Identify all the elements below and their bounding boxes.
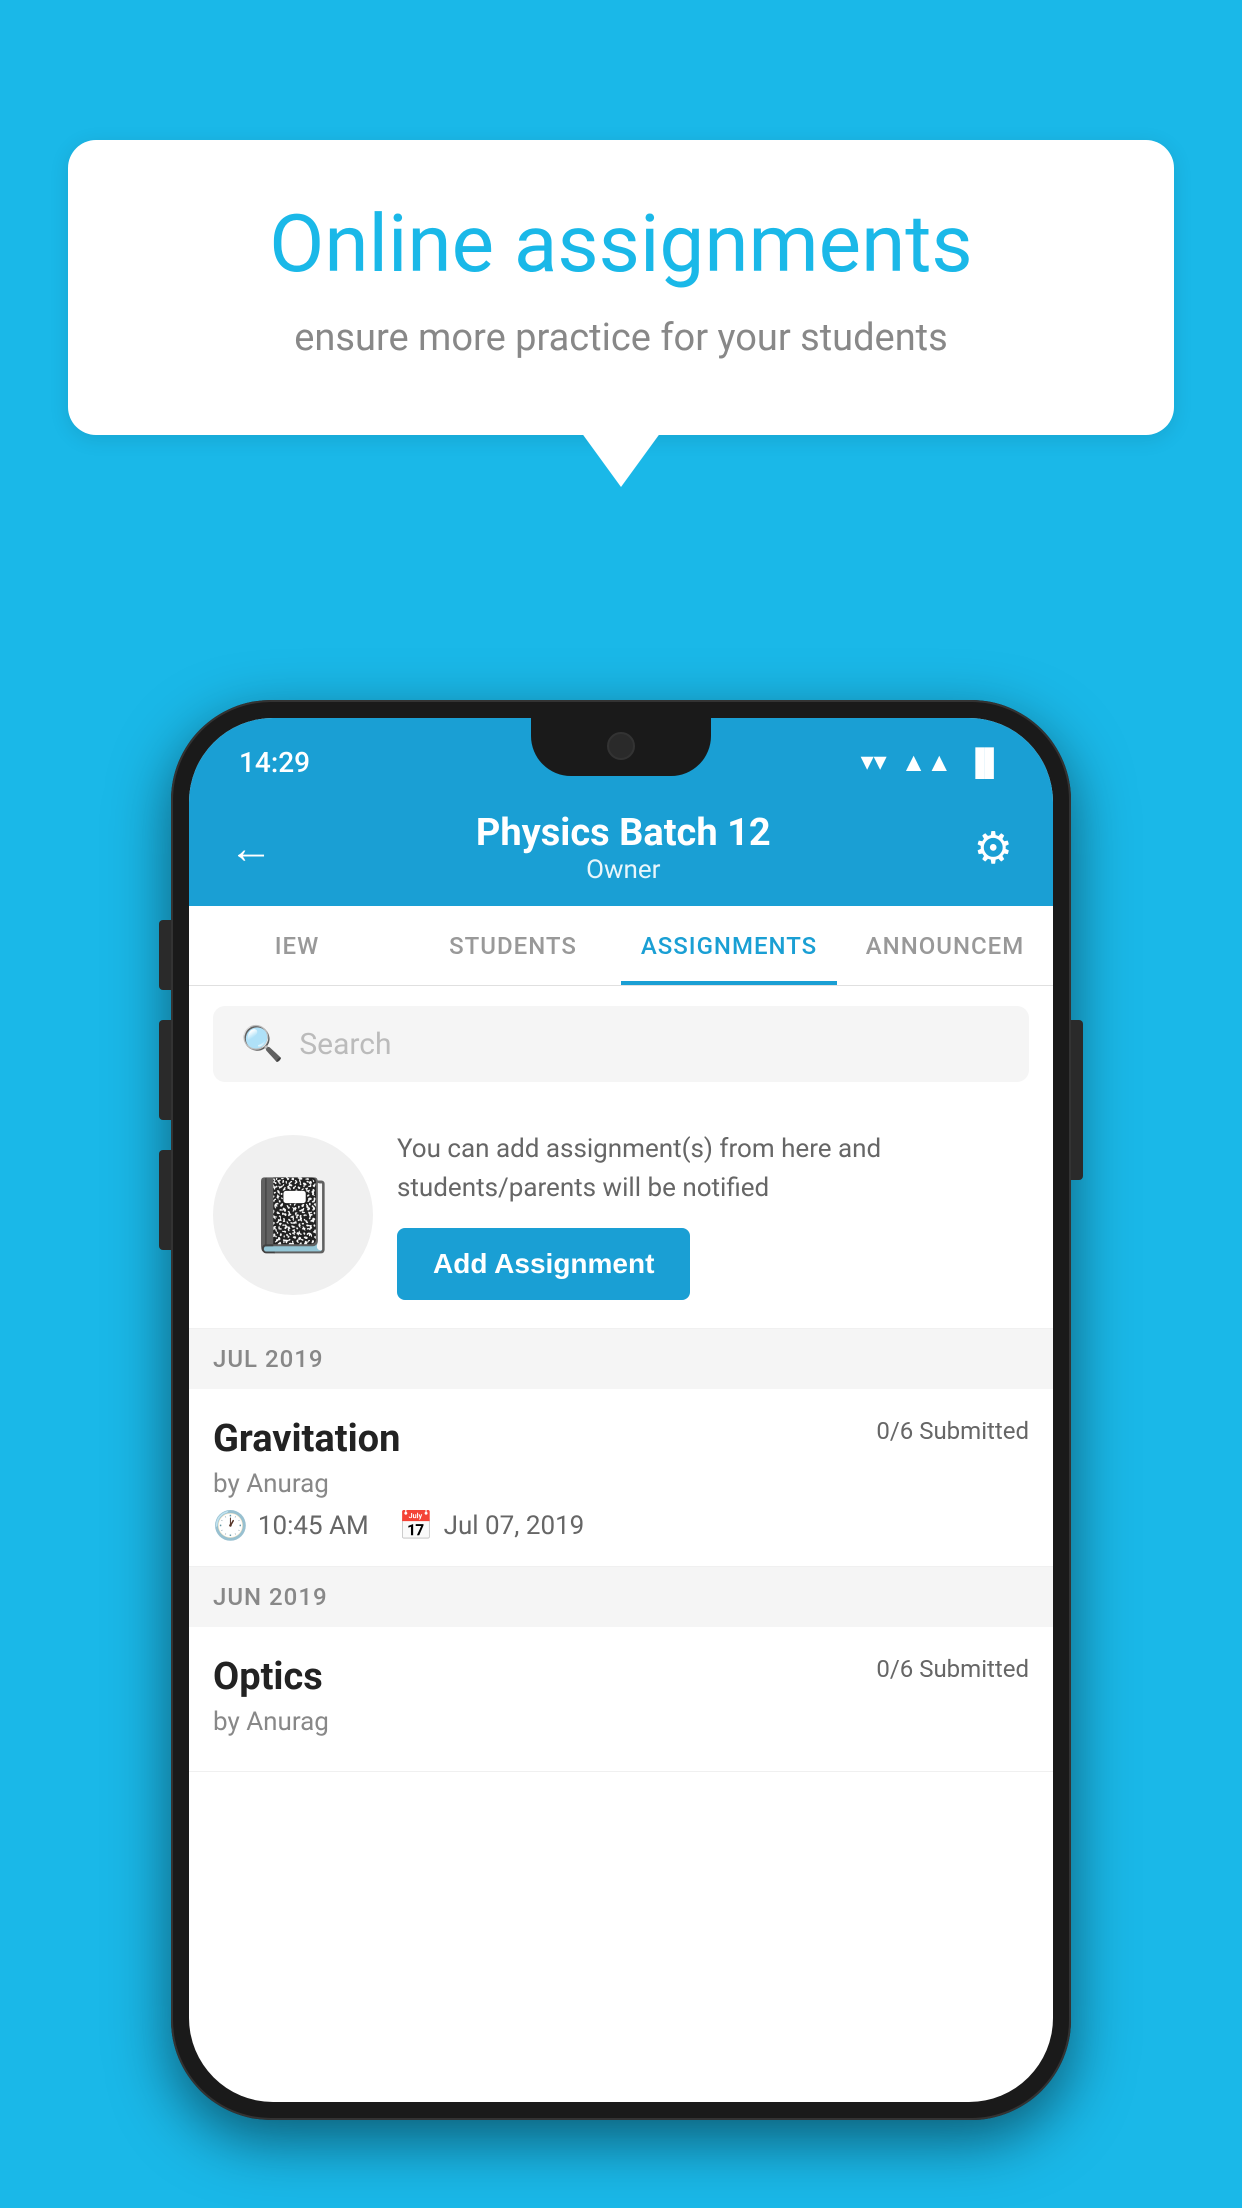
header-center: Physics Batch 12 Owner (476, 811, 771, 885)
assignment-date-gravitation: 📅 Jul 07, 2019 (399, 1509, 585, 1542)
side-button-vol-up (159, 920, 171, 990)
tab-students[interactable]: STUDENTS (405, 906, 621, 985)
app-header: ← Physics Batch 12 Owner ⚙ (189, 790, 1053, 906)
side-button-vol-down (159, 1020, 171, 1120)
phone-screen: 14:29 ▾▾ ▲▲ ▐▌ ← Physics Batch 12 Owner … (189, 718, 1053, 2102)
bubble-subtitle: ensure more practice for your students (138, 312, 1104, 365)
notebook-icon: 📓 (248, 1173, 338, 1258)
phone-wrapper: 14:29 ▾▾ ▲▲ ▐▌ ← Physics Batch 12 Owner … (171, 700, 1071, 2120)
promo-icon-circle: 📓 (213, 1135, 373, 1295)
assignment-by-optics: by Anurag (213, 1707, 1029, 1737)
assignment-top-optics: Optics 0/6 Submitted (213, 1655, 1029, 1699)
assignment-name-gravitation: Gravitation (213, 1417, 400, 1461)
add-assignment-promo: 📓 You can add assignment(s) from here an… (189, 1102, 1053, 1329)
signal-icon: ▲▲ (901, 747, 952, 778)
status-time: 14:29 (239, 746, 310, 779)
promo-description: You can add assignment(s) from here and … (397, 1130, 1021, 1208)
phone-notch (531, 718, 711, 776)
back-button[interactable]: ← (229, 822, 273, 874)
assignment-meta-gravitation: 🕐 10:45 AM 📅 Jul 07, 2019 (213, 1509, 1029, 1542)
promo-text-area: You can add assignment(s) from here and … (397, 1130, 1021, 1300)
section-header-jul-2019: JUL 2019 (189, 1329, 1053, 1389)
side-button-extra (159, 1150, 171, 1250)
header-subtitle: Owner (476, 855, 771, 885)
tab-iew[interactable]: IEW (189, 906, 405, 985)
status-icons: ▾▾ ▲▲ ▐▌ (861, 747, 1003, 778)
side-button-power (1071, 1020, 1083, 1180)
header-title: Physics Batch 12 (476, 811, 771, 855)
wifi-icon: ▾▾ (861, 747, 887, 777)
calendar-icon: 📅 (399, 1509, 434, 1542)
assignment-top: Gravitation 0/6 Submitted (213, 1417, 1029, 1461)
assignment-name-optics: Optics (213, 1655, 323, 1699)
bubble-title: Online assignments (138, 200, 1104, 288)
phone-camera (607, 732, 635, 760)
assignment-by-gravitation: by Anurag (213, 1469, 1029, 1499)
search-icon: 🔍 (241, 1024, 283, 1064)
tabs-bar: IEW STUDENTS ASSIGNMENTS ANNOUNCEM (189, 906, 1053, 986)
battery-icon: ▐▌ (966, 747, 1003, 778)
phone-device: 14:29 ▾▾ ▲▲ ▐▌ ← Physics Batch 12 Owner … (171, 700, 1071, 2120)
assignment-submitted-gravitation: 0/6 Submitted (876, 1417, 1029, 1445)
clock-icon: 🕐 (213, 1509, 248, 1542)
assignment-submitted-optics: 0/6 Submitted (876, 1655, 1029, 1683)
assignment-item-gravitation[interactable]: Gravitation 0/6 Submitted by Anurag 🕐 10… (189, 1389, 1053, 1567)
assignment-item-optics[interactable]: Optics 0/6 Submitted by Anurag (189, 1627, 1053, 1772)
tab-assignments[interactable]: ASSIGNMENTS (621, 906, 837, 985)
search-placeholder-text: Search (299, 1027, 391, 1062)
speech-bubble-container: Online assignments ensure more practice … (68, 140, 1174, 435)
tab-announcements[interactable]: ANNOUNCEM (837, 906, 1053, 985)
section-header-jun-2019: JUN 2019 (189, 1567, 1053, 1627)
settings-icon[interactable]: ⚙ (974, 822, 1013, 874)
search-bar[interactable]: 🔍 Search (213, 1006, 1029, 1082)
assignment-time-gravitation: 🕐 10:45 AM (213, 1509, 369, 1542)
speech-bubble: Online assignments ensure more practice … (68, 140, 1174, 435)
add-assignment-button[interactable]: Add Assignment (397, 1228, 690, 1300)
